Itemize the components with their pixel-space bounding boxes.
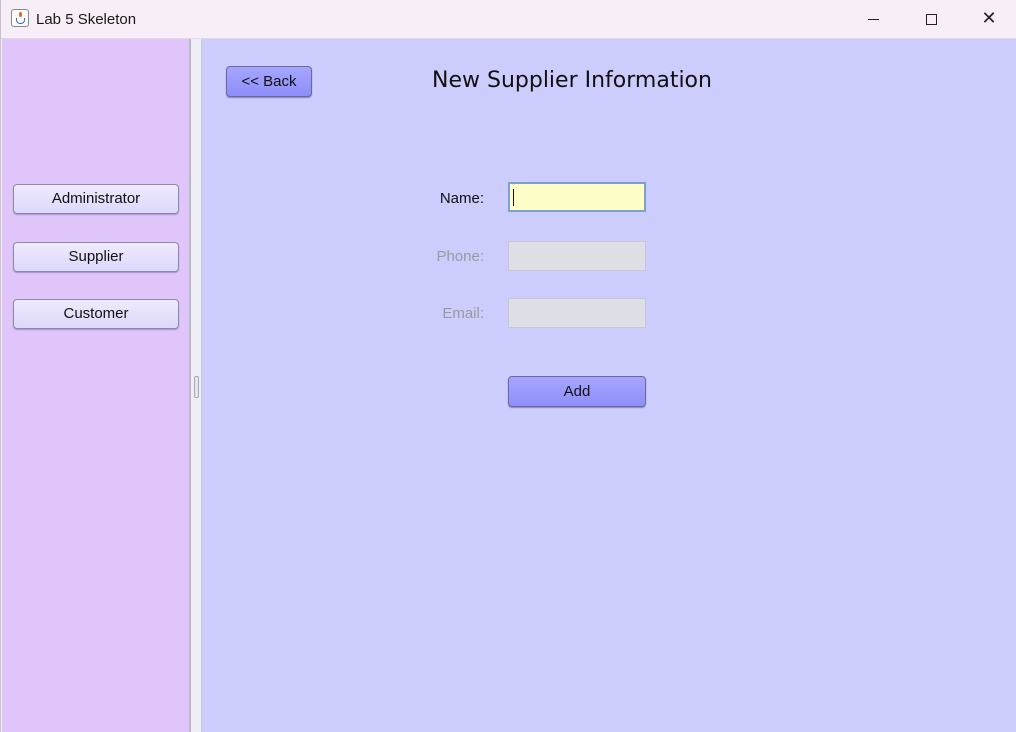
java-cup-icon: [11, 9, 29, 27]
back-button[interactable]: << Back: [226, 66, 312, 97]
app-window: Lab 5 Skeleton ✕ Administrator Supplier …: [0, 0, 1016, 732]
phone-field[interactable]: [508, 241, 646, 271]
email-label: Email:: [442, 305, 484, 322]
minimize-icon: [867, 18, 879, 20]
text-caret: [513, 189, 514, 206]
sidebar-item-supplier[interactable]: Supplier: [13, 242, 179, 272]
phone-label: Phone:: [436, 248, 484, 265]
page-title: New Supplier Information: [432, 68, 712, 93]
add-button[interactable]: Add: [508, 376, 646, 407]
maximize-button[interactable]: [902, 0, 960, 38]
main-panel: << Back New Supplier Information Name: P…: [202, 39, 1016, 732]
window-title: Lab 5 Skeleton: [36, 11, 137, 28]
sidebar-item-administrator[interactable]: Administrator: [13, 184, 179, 214]
divider-grip-handle[interactable]: [194, 376, 199, 398]
maximize-icon: [925, 13, 937, 25]
split-pane-divider[interactable]: [189, 39, 202, 732]
close-icon: ✕: [981, 8, 997, 29]
name-label: Name:: [439, 190, 484, 207]
name-field[interactable]: [508, 182, 646, 212]
minimize-button[interactable]: [844, 0, 902, 38]
email-field[interactable]: [508, 298, 646, 328]
title-bar: Lab 5 Skeleton ✕: [1, 0, 1016, 39]
close-button[interactable]: ✕: [960, 0, 1016, 38]
sidebar: Administrator Supplier Customer: [2, 39, 190, 732]
sidebar-item-customer[interactable]: Customer: [13, 299, 179, 329]
